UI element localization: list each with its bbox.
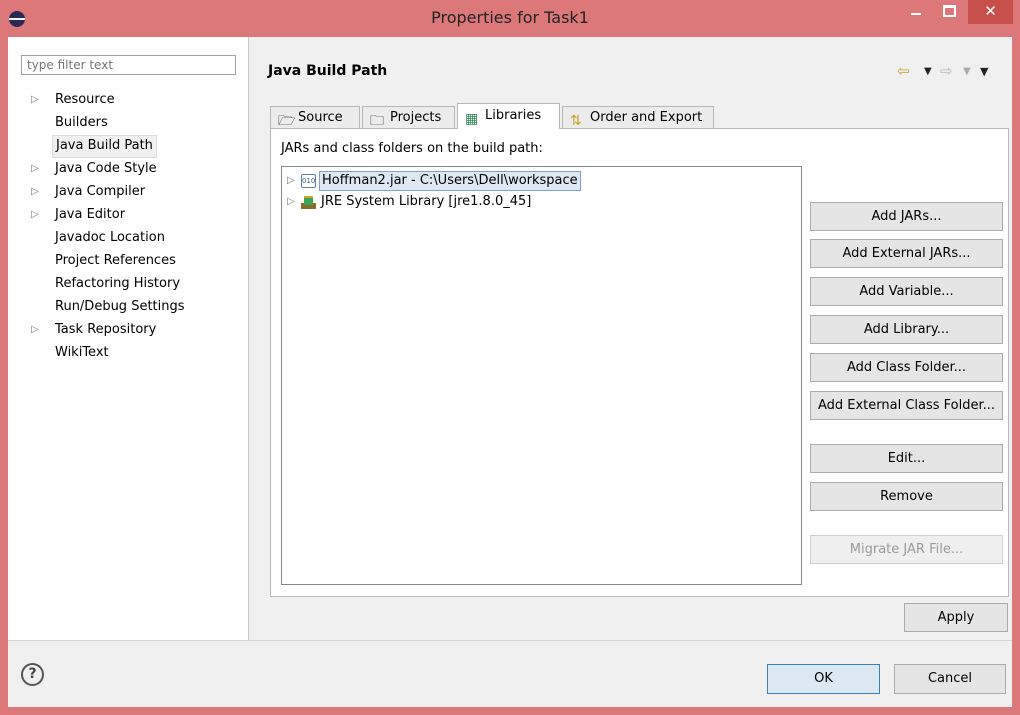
tab-label: Source: [298, 110, 343, 125]
expand-arrow-icon[interactable]: ▷: [31, 204, 39, 225]
property-page: Java Build Path ⇦ ▼ ⇨ ▼ ▼ 🗁 Source 🗀 Pro…: [249, 37, 1012, 640]
library-icon: ▦: [465, 111, 479, 127]
cancel-button[interactable]: Cancel: [894, 664, 1006, 694]
forward-arrow-icon[interactable]: ⇨: [940, 62, 953, 80]
sidebar-item-wikitext[interactable]: WikiText: [52, 342, 112, 363]
list-item[interactable]: ▷ JRE System Library [jre1.8.0_45]: [287, 192, 787, 212]
apply-button[interactable]: Apply: [904, 603, 1008, 632]
tab-label: Libraries: [485, 108, 542, 123]
remove-button[interactable]: Remove: [810, 482, 1003, 511]
sidebar-item-builders[interactable]: Builders: [52, 112, 111, 133]
jar-icon: 010: [301, 174, 316, 188]
tab-label: Projects: [390, 110, 442, 125]
expand-arrow-icon[interactable]: ▷: [287, 192, 295, 212]
add-external-jars-button[interactable]: Add External JARs...: [810, 239, 1003, 268]
sidebar-item-run-debug-settings[interactable]: Run/Debug Settings: [52, 296, 188, 317]
tab-source[interactable]: 🗁 Source: [270, 106, 360, 129]
add-variable-button[interactable]: Add Variable...: [810, 277, 1003, 306]
library-icon: [301, 195, 316, 209]
tab-order-and-export[interactable]: ⇅ Order and Export: [562, 106, 714, 129]
sidebar: ▷ Resource Builders Java Build Path ▷ Ja…: [8, 37, 248, 640]
sidebar-item-java-code-style[interactable]: Java Code Style: [52, 158, 160, 179]
entry-label: Hoffman2.jar - C:\Users\Dell\workspace: [319, 171, 581, 191]
button-bar: ? OK Cancel: [8, 641, 1012, 707]
back-dropdown-icon[interactable]: ▼: [924, 66, 932, 77]
filter-input[interactable]: [21, 55, 236, 75]
sidebar-item-refactoring-history[interactable]: Refactoring History: [52, 273, 183, 294]
back-arrow-icon[interactable]: ⇦: [897, 62, 910, 80]
libraries-caption: JARs and class folders on the build path…: [281, 141, 543, 156]
expand-arrow-icon[interactable]: ▷: [287, 171, 295, 191]
entry-label: JRE System Library [jre1.8.0_45]: [321, 194, 532, 209]
build-path-list[interactable]: ▷ 010 Hoffman2.jar - C:\Users\Dell\works…: [281, 166, 802, 585]
migrate-jar-button[interactable]: Migrate JAR File...: [810, 535, 1003, 564]
sidebar-item-javadoc-location[interactable]: Javadoc Location: [52, 227, 168, 248]
help-icon[interactable]: ?: [21, 663, 44, 686]
window-title: Properties for Task1: [431, 8, 589, 27]
forward-dropdown-icon[interactable]: ▼: [963, 66, 971, 77]
sidebar-item-project-references[interactable]: Project References: [52, 250, 179, 271]
close-button[interactable]: ✕: [968, 0, 1013, 24]
tab-projects[interactable]: 🗀 Projects: [362, 106, 455, 129]
add-external-class-folder-button[interactable]: Add External Class Folder...: [810, 391, 1003, 420]
sidebar-item-resource[interactable]: Resource: [52, 89, 118, 110]
view-menu-icon[interactable]: ▼: [980, 65, 988, 78]
ok-button[interactable]: OK: [767, 664, 880, 694]
list-item[interactable]: ▷ 010 Hoffman2.jar - C:\Users\Dell\works…: [287, 171, 787, 191]
expand-arrow-icon[interactable]: ▷: [31, 89, 39, 110]
sidebar-item-task-repository[interactable]: Task Repository: [52, 319, 159, 340]
expand-arrow-icon[interactable]: ▷: [31, 158, 39, 179]
tab-libraries[interactable]: ▦ Libraries: [457, 103, 560, 129]
add-library-button[interactable]: Add Library...: [810, 315, 1003, 344]
libraries-panel: JARs and class folders on the build path…: [270, 128, 1009, 597]
add-class-folder-button[interactable]: Add Class Folder...: [810, 353, 1003, 382]
expand-arrow-icon[interactable]: ▷: [31, 181, 39, 202]
tab-label: Order and Export: [590, 110, 703, 125]
properties-window: Properties for Task1 ✕ ▷ Resource Builde…: [0, 0, 1020, 715]
sidebar-item-java-editor[interactable]: Java Editor: [52, 204, 128, 225]
title-bar[interactable]: Properties for Task1 ✕: [0, 0, 1020, 37]
expand-arrow-icon[interactable]: ▷: [31, 319, 39, 340]
maximize-button[interactable]: [935, 0, 965, 24]
page-title: Java Build Path: [268, 63, 388, 79]
minimize-button[interactable]: [902, 0, 932, 24]
edit-button[interactable]: Edit...: [810, 444, 1003, 473]
sidebar-item-java-compiler[interactable]: Java Compiler: [52, 181, 148, 202]
sidebar-item-java-build-path[interactable]: Java Build Path: [52, 135, 157, 158]
add-jars-button[interactable]: Add JARs...: [810, 202, 1003, 231]
dialog-client: ▷ Resource Builders Java Build Path ▷ Ja…: [8, 37, 1012, 707]
